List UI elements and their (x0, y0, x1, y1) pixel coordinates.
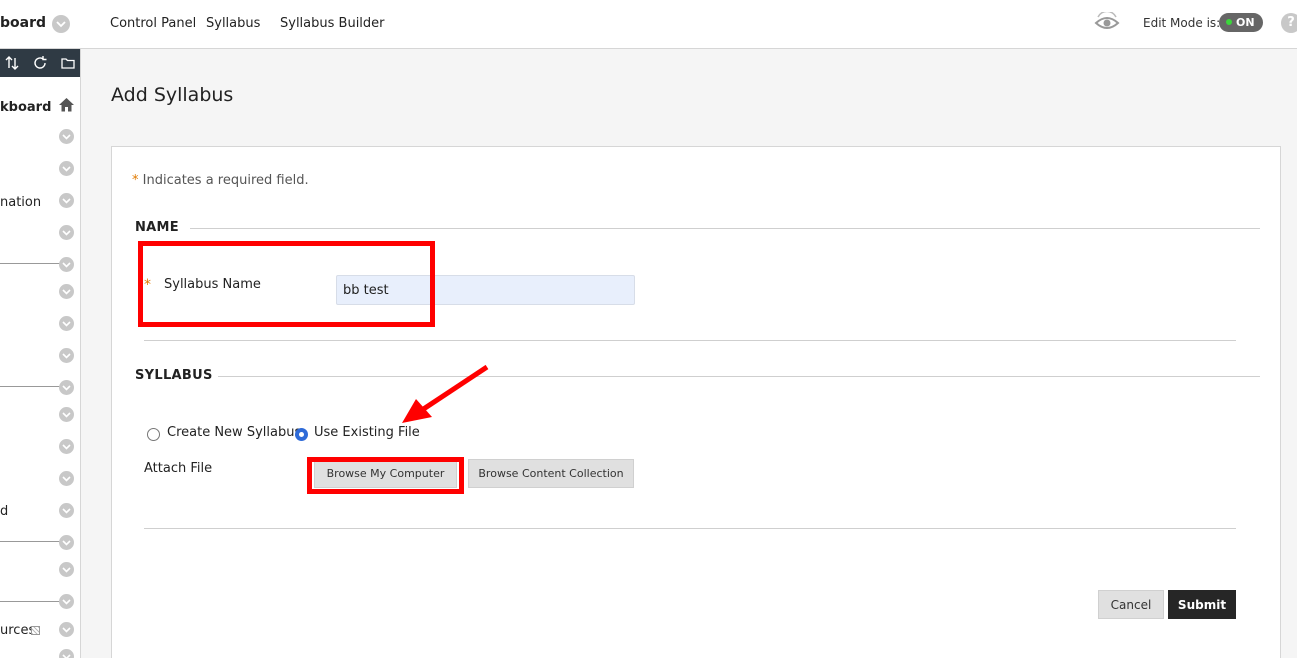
chevron-down-icon[interactable] (52, 15, 70, 33)
breadcrumb-syllabus-builder: Syllabus Builder (280, 16, 385, 31)
chevron-down-icon[interactable] (59, 594, 74, 609)
add-syllabus-form: * Indicates a required field. NAME * Syl… (111, 146, 1281, 658)
chevron-down-icon[interactable] (59, 257, 74, 272)
sidebar-item-label[interactable]: urces (0, 623, 35, 638)
required-field-note: * Indicates a required field. (132, 173, 309, 188)
required-note-text: Indicates a required field. (142, 173, 309, 188)
chevron-down-icon[interactable] (59, 225, 74, 240)
chevron-down-icon[interactable] (59, 380, 74, 395)
submit-button[interactable]: Submit (1168, 590, 1236, 619)
sidebar-divider (0, 386, 62, 387)
folder-icon[interactable] (60, 55, 76, 75)
sidebar-divider (0, 263, 62, 264)
sidebar-divider (0, 541, 62, 542)
annotation-highlight-box (307, 457, 464, 494)
chevron-down-icon[interactable] (59, 622, 74, 637)
breadcrumb-syllabus[interactable]: Syllabus (206, 16, 260, 31)
student-preview-eye-icon[interactable] (1094, 10, 1120, 38)
row-divider (144, 340, 1236, 341)
sidebar-item-label[interactable]: d (0, 504, 8, 519)
create-new-syllabus-radio[interactable] (147, 428, 160, 441)
breadcrumb-control-panel[interactable]: Control Panel (110, 16, 196, 31)
chevron-down-icon[interactable] (59, 535, 74, 550)
top-bar: board Control Panel Syllabus Syllabus Bu… (0, 0, 1297, 49)
annotation-highlight-box (138, 241, 435, 327)
required-star: * (132, 173, 139, 188)
section-divider (218, 376, 1260, 377)
sidebar-item-label[interactable]: nation (0, 195, 41, 210)
name-section-heading: NAME (135, 220, 179, 235)
chevron-down-icon[interactable] (59, 503, 74, 518)
course-menu-sidebar: kboard nation d urces (0, 49, 81, 658)
sidebar-toolbar (0, 49, 80, 77)
annotation-arrow-icon (402, 364, 489, 423)
create-new-syllabus-label[interactable]: Create New Syllabus (167, 425, 301, 440)
chevron-down-icon[interactable] (59, 649, 74, 658)
syllabus-section-heading: SYLLABUS (135, 368, 213, 383)
page-title: Add Syllabus (111, 84, 234, 106)
edit-mode-value: ON (1236, 16, 1255, 29)
attach-file-label: Attach File (144, 461, 213, 476)
chevron-down-icon[interactable] (59, 348, 74, 363)
chevron-down-icon[interactable] (59, 471, 74, 486)
toggle-on-dot (1226, 19, 1232, 25)
edit-mode-toggle[interactable]: ON (1219, 13, 1263, 32)
grid-icon (31, 626, 40, 635)
course-title[interactable]: board (0, 15, 46, 31)
cancel-button[interactable]: Cancel (1098, 590, 1164, 619)
refresh-icon[interactable] (32, 55, 48, 75)
chevron-down-icon[interactable] (59, 129, 74, 144)
chevron-down-icon[interactable] (59, 316, 74, 331)
sort-icon[interactable] (4, 55, 20, 75)
home-icon[interactable] (58, 97, 75, 116)
browse-content-collection-button[interactable]: Browse Content Collection (468, 459, 634, 488)
chevron-down-icon[interactable] (59, 284, 74, 299)
chevron-down-icon[interactable] (59, 562, 74, 577)
row-divider (144, 528, 1236, 529)
use-existing-file-radio[interactable] (295, 428, 308, 441)
section-divider (190, 228, 1260, 229)
help-icon[interactable]: ? (1281, 13, 1297, 33)
chevron-down-icon[interactable] (59, 439, 74, 454)
chevron-down-icon[interactable] (59, 161, 74, 176)
sidebar-item-home[interactable]: kboard (0, 100, 51, 115)
edit-mode-label: Edit Mode is: (1143, 16, 1221, 30)
sidebar-divider (0, 601, 62, 602)
chevron-down-icon[interactable] (59, 407, 74, 422)
chevron-down-icon[interactable] (59, 193, 74, 208)
